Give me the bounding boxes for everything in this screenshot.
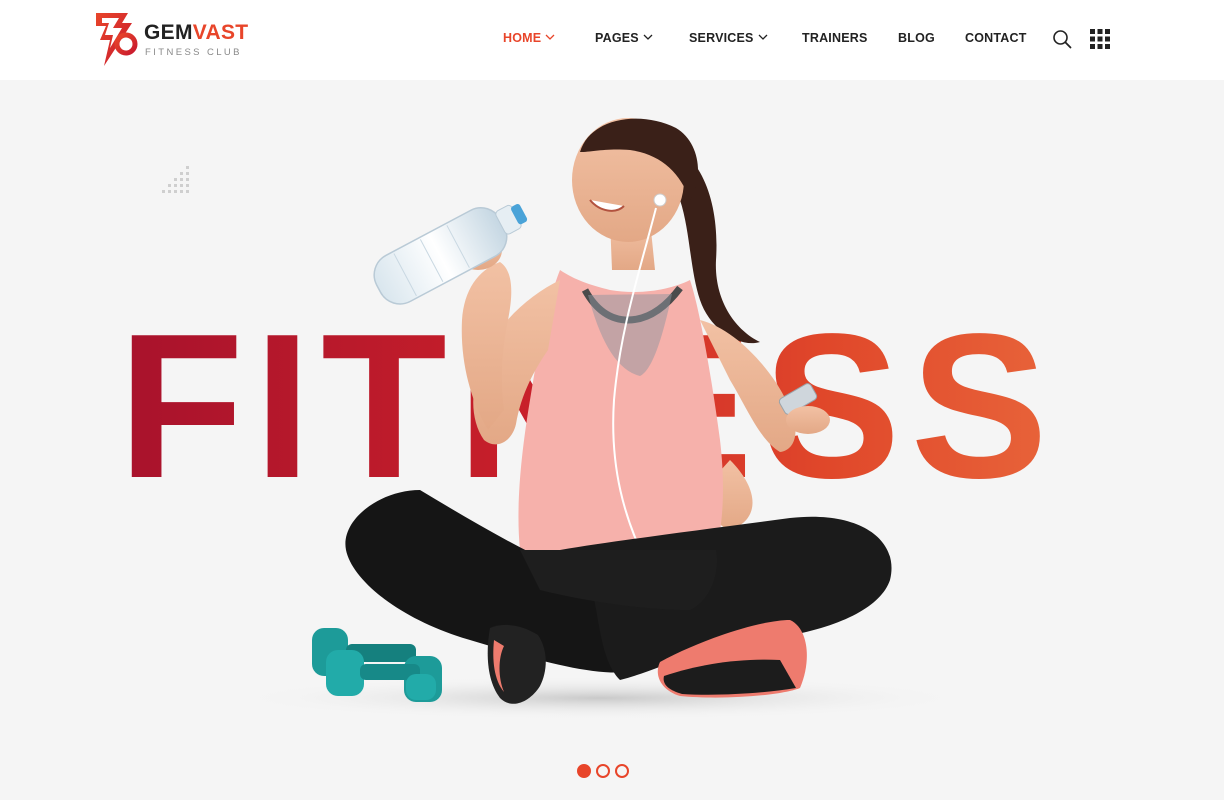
hero-artwork: FITNESS xyxy=(118,118,1048,720)
lightning-logo-icon xyxy=(96,13,138,66)
slider-pagination xyxy=(577,764,629,780)
grid-menu-icon[interactable] xyxy=(1090,29,1110,49)
decorative-dot-pattern xyxy=(162,166,189,193)
nav-item-services-label: SERVICES xyxy=(689,31,754,45)
nav-item-blog-label: BLOG xyxy=(898,31,935,45)
nav-item-home[interactable]: HOME xyxy=(503,31,556,45)
chevron-down-icon xyxy=(545,34,555,40)
nav-item-contact-label: CONTACT xyxy=(965,31,1027,45)
search-icon[interactable] xyxy=(1052,29,1072,49)
brand-name: GEMVAST xyxy=(144,21,248,45)
chevron-down-icon xyxy=(758,34,768,40)
nav-item-trainers[interactable]: TRAINERS xyxy=(802,31,868,45)
nav-item-contact[interactable]: CONTACT xyxy=(965,31,1027,45)
brand-name-part2: VAST xyxy=(192,21,249,44)
brand-tagline: FITNESS CLUB xyxy=(145,47,242,58)
slider-dot-2[interactable] xyxy=(596,764,610,778)
brand-name-part1: GEM xyxy=(144,21,193,44)
hero-slider: FITNESS xyxy=(0,80,1224,800)
nav-item-blog[interactable]: BLOG xyxy=(898,31,935,45)
brand-logo[interactable]: GEMVAST FITNESS CLUB xyxy=(92,10,262,70)
nav-item-services[interactable]: SERVICES xyxy=(689,31,769,45)
slider-dot-1[interactable] xyxy=(577,764,591,778)
site-header: GEMVAST FITNESS CLUB HOME PAGES SERVICES… xyxy=(0,0,1224,80)
chevron-down-icon xyxy=(643,34,653,40)
nav-item-pages[interactable]: PAGES xyxy=(595,31,654,45)
nav-item-home-label: HOME xyxy=(503,31,542,45)
nav-item-pages-label: PAGES xyxy=(595,31,639,45)
nav-item-trainers-label: TRAINERS xyxy=(802,31,868,45)
slider-dot-3[interactable] xyxy=(615,764,629,778)
